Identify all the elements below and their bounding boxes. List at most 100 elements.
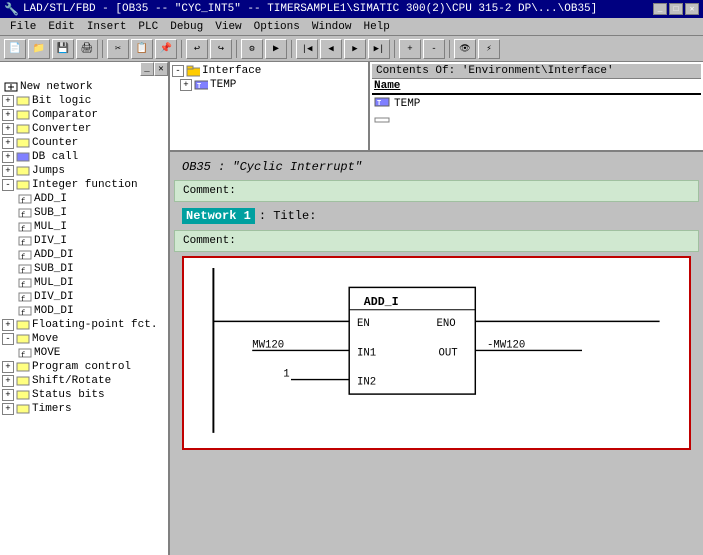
div-i-icon: f <box>18 235 32 247</box>
tree-integer-function[interactable]: - Integer function <box>2 178 166 192</box>
menu-file[interactable]: File <box>4 20 42 34</box>
counter-expand[interactable]: + <box>2 137 14 149</box>
menu-window[interactable]: Window <box>306 20 358 34</box>
timers-expand[interactable]: + <box>2 403 14 415</box>
menu-options[interactable]: Options <box>248 20 306 34</box>
jumps-expand[interactable]: + <box>2 165 14 177</box>
open-btn[interactable]: 📁 <box>28 39 50 59</box>
compile-btn[interactable]: ⚙ <box>241 39 263 59</box>
tree-floating-point[interactable]: + Floating-point fct. <box>2 318 166 332</box>
code-area[interactable]: OB35 : "Cyclic Interrupt" Comment: Netwo… <box>170 152 703 555</box>
tree-status-bits[interactable]: + Status bits <box>2 388 166 402</box>
converter-expand[interactable]: + <box>2 123 14 135</box>
copy-btn[interactable]: 📋 <box>131 39 153 59</box>
menu-insert[interactable]: Insert <box>81 20 133 34</box>
app-icon: 🔧 <box>4 2 19 17</box>
interface-tree-temp[interactable]: + T TEMP <box>180 78 366 92</box>
ob-title-text: OB35 : "Cyclic Interrupt" <box>182 160 362 174</box>
tree-add-i[interactable]: f ADD_I <box>2 192 166 206</box>
network1-comment-box: Comment: <box>174 230 699 252</box>
svg-text:f: f <box>21 198 25 205</box>
sub-i-label: SUB_I <box>34 207 67 219</box>
tree-mul-di[interactable]: f MUL_DI <box>2 276 166 290</box>
force-btn[interactable]: ⚡ <box>478 39 500 59</box>
tree-program-control[interactable]: + Program control <box>2 360 166 374</box>
tree-db-call[interactable]: + DB call <box>2 150 166 164</box>
move-expand[interactable]: - <box>2 333 14 345</box>
network1-header: Network 1 : Title: <box>174 204 699 228</box>
tree-sub-di[interactable]: f SUB_DI <box>2 262 166 276</box>
tree-new-network[interactable]: New network <box>2 80 166 94</box>
minimize-btn[interactable]: _ <box>653 3 667 15</box>
zoom-out[interactable]: - <box>423 39 445 59</box>
tree-counter[interactable]: + Counter <box>2 136 166 150</box>
db-call-expand[interactable]: + <box>2 151 14 163</box>
network1-title: : Title: <box>259 209 317 223</box>
nav-first[interactable]: |◀ <box>296 39 318 59</box>
tree-timers[interactable]: + Timers <box>2 402 166 416</box>
bit-logic-expand[interactable]: + <box>2 95 14 107</box>
new-btn[interactable]: 📄 <box>4 39 26 59</box>
tree-comparator[interactable]: + Comparator <box>2 108 166 122</box>
mul-di-icon: f <box>18 277 32 289</box>
tree-mul-i[interactable]: f MUL_I <box>2 220 166 234</box>
floating-point-expand[interactable]: + <box>2 319 14 331</box>
nav-next[interactable]: ▶ <box>344 39 366 59</box>
panel-controls: _ ✕ <box>140 62 168 76</box>
comparator-expand[interactable]: + <box>2 109 14 121</box>
nav-prev[interactable]: ◀ <box>320 39 342 59</box>
interface-folder-icon <box>186 65 200 77</box>
menu-view[interactable]: View <box>209 20 247 34</box>
add-di-label: ADD_DI <box>34 249 74 261</box>
interface-tree-root[interactable]: - Interface <box>172 64 366 78</box>
nav-last[interactable]: ▶| <box>368 39 390 59</box>
temp-expand[interactable]: + <box>180 79 192 91</box>
tree-div-i[interactable]: f DIV_I <box>2 234 166 248</box>
print-btn[interactable]: 🖨 <box>76 39 98 59</box>
svg-text:ADD_I: ADD_I <box>364 296 399 309</box>
tree-move[interactable]: - Move <box>2 332 166 346</box>
svg-text:f: f <box>21 254 25 261</box>
tree-jumps[interactable]: + Jumps <box>2 164 166 178</box>
run-btn[interactable]: ▶ <box>265 39 287 59</box>
tree-bit-logic[interactable]: + Bit logic <box>2 94 166 108</box>
tree-shift-rotate[interactable]: + Shift/Rotate <box>2 374 166 388</box>
sub-di-label: SUB_DI <box>34 263 74 275</box>
tree-div-di[interactable]: f DIV_DI <box>2 290 166 304</box>
tree-mod-di[interactable]: f MOD_DI <box>2 304 166 318</box>
tree-sub-i[interactable]: f SUB_I <box>2 206 166 220</box>
menu-debug[interactable]: Debug <box>164 20 209 34</box>
network1-label: Network 1 <box>182 208 255 224</box>
shift-rotate-expand[interactable]: + <box>2 375 14 387</box>
redo-btn[interactable]: ↪ <box>210 39 232 59</box>
counter-icon <box>16 137 30 149</box>
tree-converter[interactable]: + Converter <box>2 122 166 136</box>
db-call-label: DB call <box>32 151 78 163</box>
comparator-label: Comparator <box>32 109 98 121</box>
close-btn[interactable]: ✕ <box>685 3 699 15</box>
zoom-in[interactable]: + <box>399 39 421 59</box>
integer-function-expand[interactable]: - <box>2 179 14 191</box>
paste-btn[interactable]: 📌 <box>155 39 177 59</box>
tree-move-item[interactable]: f MOVE <box>2 346 166 360</box>
cut-btn[interactable]: ✂ <box>107 39 129 59</box>
mul-i-icon: f <box>18 221 32 233</box>
tree-add-di[interactable]: f ADD_DI <box>2 248 166 262</box>
status-bits-expand[interactable]: + <box>2 389 14 401</box>
monitor-btn[interactable]: 👁 <box>454 39 476 59</box>
panel-close-1[interactable]: _ <box>140 62 154 76</box>
panel-close-2[interactable]: ✕ <box>154 62 168 76</box>
undo-btn[interactable]: ↩ <box>186 39 208 59</box>
ob-header: OB35 : "Cyclic Interrupt" <box>174 156 699 178</box>
menu-edit[interactable]: Edit <box>42 20 80 34</box>
menu-plc[interactable]: PLC <box>132 20 164 34</box>
svg-text:f: f <box>21 240 25 247</box>
interface-expand[interactable]: - <box>172 65 184 77</box>
maximize-btn[interactable]: □ <box>669 3 683 15</box>
menu-help[interactable]: Help <box>357 20 395 34</box>
save-btn[interactable]: 💾 <box>52 39 74 59</box>
div-di-label: DIV_DI <box>34 291 74 303</box>
status-bits-icon <box>16 389 30 401</box>
content-row-empty <box>372 113 701 131</box>
program-control-expand[interactable]: + <box>2 361 14 373</box>
